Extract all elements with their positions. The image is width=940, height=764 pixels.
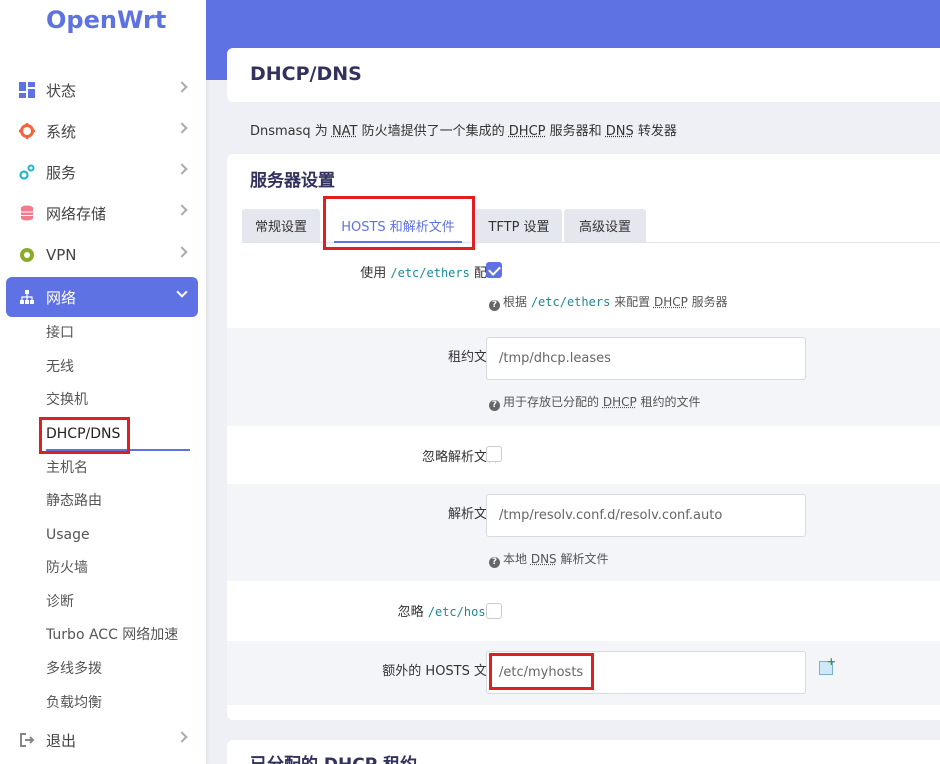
nohosts-checkbox[interactable] (486, 603, 502, 619)
section-title: 已分配的 DHCP 租约 (250, 750, 417, 764)
field-hint: ? 用于存放已分配的 DHCP 租约的文件 (489, 393, 701, 411)
sidebar: OpenWrt 状态 系统 服务 网络存储 VPN 网络 接口 无线 交换机 D… (0, 0, 206, 764)
nav-label: 网络 (46, 288, 77, 307)
row-noresolv: 忽略解析文件 (227, 426, 940, 484)
sub-item-wireless[interactable]: 无线 (46, 357, 74, 377)
sub-item-usage[interactable]: Usage (46, 525, 90, 545)
sub-item-turbo-acc[interactable]: Turbo ACC 网络加速 (46, 625, 178, 645)
sub-item-diagnostics[interactable]: 诊断 (46, 592, 74, 612)
nav-label: 服务 (46, 163, 77, 182)
nav-label: 状态 (46, 81, 77, 100)
question-icon: ? (489, 300, 500, 311)
sub-item-firewall[interactable]: 防火墙 (46, 558, 88, 578)
nav-status[interactable]: 状态 (6, 70, 198, 110)
chevron-down-icon (176, 286, 188, 298)
field-hint: ? 根据 /etc/ethers 来配置 DHCP 服务器 (489, 293, 728, 311)
tab-advanced[interactable]: 高级设置 (564, 209, 646, 242)
chevron-right-icon (176, 246, 188, 258)
field-hint: ? 本地 DNS 解析文件 (489, 550, 609, 568)
question-icon: ? (489, 400, 500, 411)
add-entry-icon[interactable] (819, 655, 836, 675)
gear-icon (19, 123, 35, 139)
field-label: 忽略 /etc/hosts (397, 605, 500, 620)
sub-item-switch[interactable]: 交换机 (46, 390, 88, 410)
leasefile-input[interactable]: /tmp/dhcp.leases (486, 337, 806, 380)
row-resolvfile: 解析文件 /tmp/resolv.conf.d/resolv.conf.auto… (227, 484, 940, 581)
sub-item-load-balance[interactable]: 负载均衡 (46, 693, 102, 713)
nav-label: 系统 (46, 122, 77, 141)
cogs-icon (19, 164, 35, 180)
field-label: 使用 /etc/ethers 配置 (360, 266, 500, 281)
chevron-right-icon (176, 81, 188, 93)
use-ethers-checkbox[interactable] (486, 262, 502, 278)
openwrt-logo[interactable]: OpenWrt (46, 6, 166, 34)
sub-item-interfaces[interactable]: 接口 (46, 323, 74, 343)
nav-logout[interactable]: 退出 (6, 720, 198, 760)
nav-services[interactable]: 服务 (6, 152, 198, 192)
leases-card: 已分配的 DHCP 租约 (227, 740, 940, 764)
highlight-box (39, 417, 130, 454)
sub-item-multiwan[interactable]: 多线多拨 (46, 659, 102, 679)
nav-label: VPN (46, 246, 77, 264)
field-label: 额外的 HOSTS 文件 (382, 664, 500, 679)
vpn-icon (19, 247, 35, 263)
resolvfile-input[interactable]: /tmp/resolv.conf.d/resolv.conf.auto (486, 494, 806, 537)
highlight-box (323, 196, 475, 250)
dashboard-icon (19, 82, 35, 98)
question-icon: ? (489, 557, 500, 568)
section-title: 服务器设置 (250, 171, 335, 191)
sub-item-hostnames[interactable]: 主机名 (46, 458, 88, 478)
sub-item-routes[interactable]: 静态路由 (46, 491, 102, 511)
nav-vpn[interactable]: VPN (6, 235, 198, 275)
page-title: DHCP/DNS (250, 63, 362, 85)
noresolv-checkbox[interactable] (486, 446, 502, 462)
database-icon (19, 205, 35, 221)
chevron-right-icon (176, 163, 188, 175)
nav-network[interactable]: 网络 (6, 277, 198, 317)
chevron-right-icon (176, 731, 188, 743)
page-description: Dnsmasq 为 NAT 防火墙提供了一个集成的 DHCP 服务器和 DNS … (250, 124, 677, 139)
highlight-box (489, 653, 594, 690)
tab-tftp[interactable]: TFTP 设置 (476, 209, 562, 242)
nav-nas[interactable]: 网络存储 (6, 193, 198, 233)
logout-icon (19, 732, 35, 748)
row-leasefile: 租约文件 /tmp/dhcp.leases ? 用于存放已分配的 DHCP 租约的… (227, 328, 940, 426)
chevron-right-icon (176, 204, 188, 216)
row-use-ethers: 使用 /etc/ethers 配置 ? 根据 /etc/ethers 来配置 DH… (227, 244, 940, 328)
row-nohosts: 忽略 /etc/hosts (227, 581, 940, 641)
tab-general[interactable]: 常规设置 (242, 209, 320, 242)
chevron-right-icon (176, 122, 188, 134)
nav-label: 退出 (46, 731, 77, 750)
nav-label: 网络存储 (46, 204, 107, 223)
sitemap-icon (19, 289, 35, 305)
nav-system[interactable]: 系统 (6, 111, 198, 151)
title-card: DHCP/DNS (227, 48, 940, 102)
